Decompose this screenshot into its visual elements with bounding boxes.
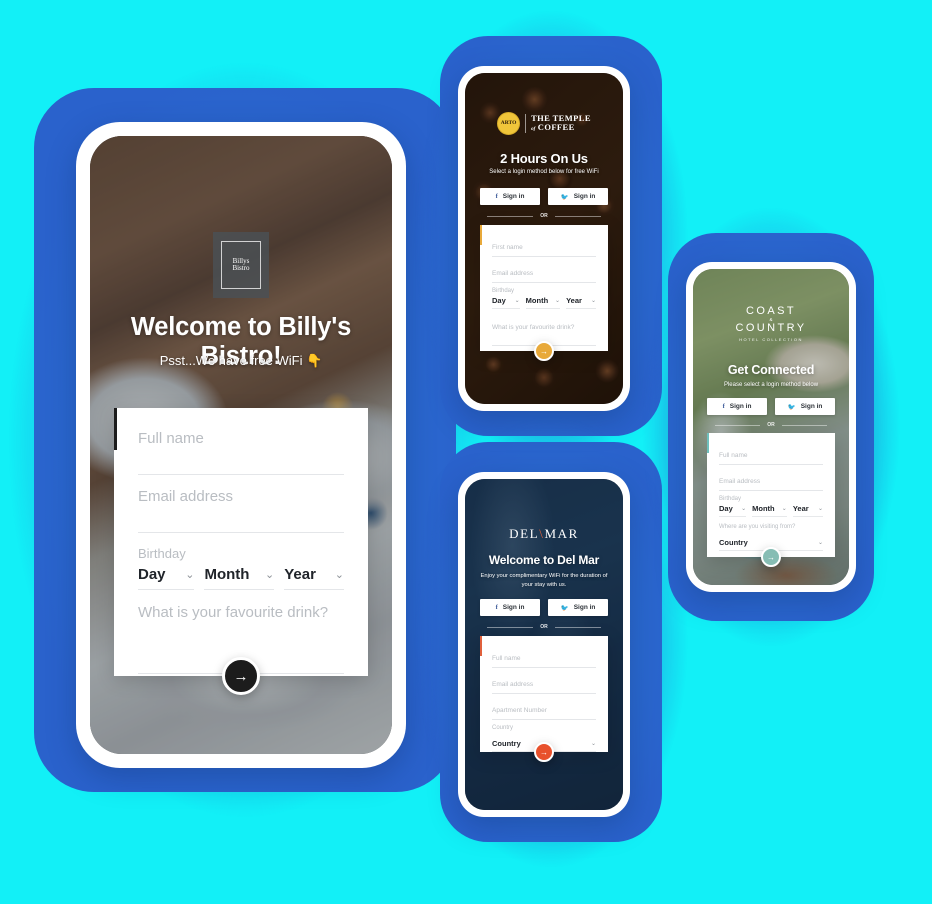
accent-bar [707, 433, 709, 453]
twitter-signin-button[interactable]: 🐦 Sign in [548, 599, 608, 616]
logo-left: DEL [509, 526, 540, 541]
birthday-day-select[interactable]: Day ⌄ [492, 296, 520, 309]
phone-del-mar: DEL\MAR Welcome to Del Mar Enjoy your co… [458, 472, 630, 817]
logo-line3: HOTEL COLLECTION [739, 336, 803, 342]
twitter-icon: 🐦 [787, 403, 796, 411]
screen-del-mar: DEL\MAR Welcome to Del Mar Enjoy your co… [465, 479, 623, 810]
twitter-signin-button[interactable]: 🐦 Sign in [548, 188, 608, 205]
full-name-placeholder: Full name [138, 430, 204, 447]
phone-temple-coffee: ARTO THE TEMPLE of COFFEE 2 Hours On Us … [458, 66, 630, 411]
facebook-signin-button[interactable]: f Sign in [707, 398, 767, 415]
birthday-month-select[interactable]: Month ⌄ [204, 566, 275, 590]
chevron-down-icon: ⌄ [741, 506, 747, 512]
logo-del-mar: DEL\MAR [465, 526, 623, 542]
signup-form-card: First name Email address Birthday Day ⌄ [480, 225, 608, 361]
sso-buttons: f Sign in 🐦 Sign in [480, 599, 608, 616]
favourite-drink-placeholder: What is your favourite drink? [138, 604, 329, 621]
page-subtitle: Enjoy your complimentary WiFi for the du… [480, 573, 608, 588]
page-subtitle: Psst...We have free WiFi 👇 [159, 353, 323, 368]
full-name-input[interactable]: Full name [138, 430, 344, 475]
chevron-down-icon: ⌄ [334, 569, 344, 581]
facebook-icon: f [495, 604, 498, 611]
birthday-year-select[interactable]: Year ⌄ [792, 504, 823, 517]
logo-line2: COUNTRY [735, 322, 807, 335]
page-title: 2 Hours On Us [500, 151, 588, 166]
chevron-down-icon: ⌄ [781, 506, 787, 512]
birthday-month-select[interactable]: Month ⌄ [525, 296, 561, 309]
submit-button[interactable]: → [534, 341, 554, 361]
submit-button[interactable]: → [534, 742, 554, 762]
logo-line1: COAST [746, 305, 796, 317]
email-input[interactable]: Email address [138, 488, 344, 533]
phone-coast-country: COAST & COUNTRY HOTEL COLLECTION Get Con… [686, 262, 856, 592]
full-name-input[interactable]: Full name [492, 647, 596, 668]
accent-bar [114, 408, 117, 450]
twitter-signin-button[interactable]: 🐦 Sign in [775, 398, 835, 415]
birthday-label: Birthday [138, 546, 186, 561]
page-subtitle: Please select a login method below [723, 382, 819, 388]
birthday-day-select[interactable]: Day ⌄ [138, 566, 195, 590]
email-input[interactable]: Email address [492, 673, 596, 694]
facebook-signin-button[interactable]: f Sign in [480, 599, 540, 616]
chevron-down-icon: ⌄ [817, 540, 823, 546]
logo-right: MAR [544, 526, 579, 541]
accent-bar [480, 636, 482, 656]
email-input[interactable]: Email address [719, 470, 823, 491]
country-label: Where are you visiting from? [719, 524, 796, 530]
arrow-right-icon: → [540, 346, 548, 356]
chevron-down-icon: ⌄ [265, 569, 275, 581]
birthday-year-select[interactable]: Year ⌄ [284, 566, 344, 590]
chevron-down-icon: ⌄ [514, 298, 520, 304]
logo-line2: COFFEE [537, 122, 575, 133]
phone-billys-bistro: Billys Bistro Welcome to Billy's Bistro!… [76, 122, 406, 768]
signup-form-card: Full name Email address Birthday Day ⌄ M… [114, 408, 368, 695]
chevron-down-icon: ⌄ [590, 298, 596, 304]
sso-buttons: f Sign in 🐦 Sign in [480, 188, 608, 205]
chevron-down-icon: ⌄ [817, 506, 823, 512]
birthday-month-select[interactable]: Month ⌄ [752, 504, 787, 517]
or-divider: OR [715, 422, 827, 428]
full-name-input[interactable]: Full name [719, 444, 823, 465]
or-divider: OR [487, 213, 601, 219]
logo-billys-bistro: Billys Bistro [213, 232, 269, 298]
page-subtitle: Select a login method below for free WiF… [489, 169, 599, 175]
email-input[interactable]: Email address [492, 262, 596, 283]
accent-bar [480, 225, 482, 245]
page-title: Get Connected [727, 363, 815, 377]
facebook-signin-button[interactable]: f Sign in [480, 188, 540, 205]
chevron-down-icon: ⌄ [185, 569, 195, 581]
or-divider: OR [487, 624, 601, 630]
facebook-icon: f [495, 193, 498, 200]
page-title: Welcome to Del Mar [488, 553, 600, 567]
birthday-day-select[interactable]: Day ⌄ [719, 504, 747, 517]
screen-temple-coffee: ARTO THE TEMPLE of COFFEE 2 Hours On Us … [465, 73, 623, 404]
arrow-right-icon: → [233, 667, 249, 685]
logo-of: of [531, 127, 536, 133]
birthday-label: Birthday [719, 496, 742, 502]
email-placeholder: Email address [138, 488, 234, 505]
seal-icon: ARTO [497, 112, 521, 135]
apartment-number-input[interactable]: Apartment Number [492, 699, 596, 720]
chevron-down-icon: ⌄ [555, 298, 561, 304]
birthday-year-select[interactable]: Year ⌄ [566, 296, 596, 309]
screen-coast-country: COAST & COUNTRY HOTEL COLLECTION Get Con… [693, 269, 849, 585]
submit-button[interactable]: → [222, 657, 260, 695]
arrow-right-icon: → [767, 552, 775, 562]
sso-buttons: f Sign in 🐦 Sign in [707, 398, 835, 415]
submit-button[interactable]: → [761, 547, 781, 567]
screen-billys-bistro: Billys Bistro Welcome to Billy's Bistro!… [90, 136, 392, 754]
facebook-icon: f [722, 403, 725, 410]
birthday-label: Birthday [492, 288, 515, 294]
arrow-right-icon: → [540, 747, 548, 757]
twitter-icon: 🐦 [560, 604, 569, 612]
chevron-down-icon: ⌄ [590, 741, 596, 747]
signup-form-card: Full name Email address Birthday Day ⌄ M… [707, 433, 835, 567]
first-name-input[interactable]: First name [492, 236, 596, 257]
country-label: Country [492, 725, 514, 731]
logo-line2: Bistro [232, 264, 250, 272]
logo-temple-coffee: ARTO THE TEMPLE of COFFEE [465, 112, 623, 135]
twitter-icon: 🐦 [560, 193, 569, 201]
signup-form-card: Full name Email address Apartment Number… [480, 636, 608, 762]
logo-coast-country: COAST & COUNTRY HOTEL COLLECTION [693, 305, 849, 342]
